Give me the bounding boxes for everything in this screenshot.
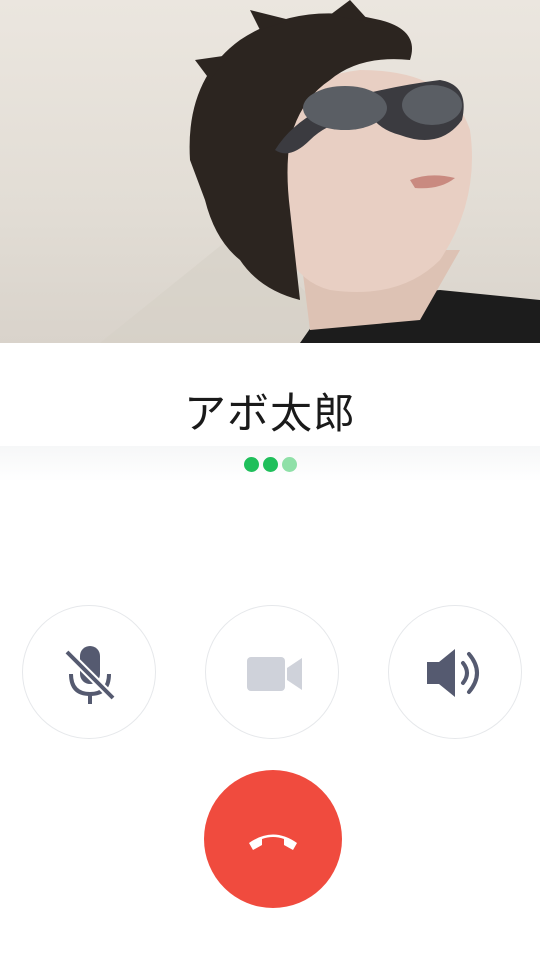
speaker-volume-icon bbox=[427, 649, 479, 697]
phone-hangup-icon bbox=[204, 770, 342, 908]
video-camera-icon bbox=[247, 657, 302, 691]
calling-dot bbox=[243, 457, 259, 472]
caller-profile-photo bbox=[0, 0, 540, 343]
calling-dot bbox=[281, 457, 297, 472]
video-button[interactable] bbox=[205, 605, 339, 739]
calling-indicator bbox=[0, 457, 540, 472]
calling-dot bbox=[262, 457, 278, 472]
speaker-button[interactable] bbox=[388, 605, 522, 739]
mute-button[interactable] bbox=[22, 605, 156, 739]
caller-name: アボ太郎 bbox=[183, 389, 356, 438]
end-call-button[interactable] bbox=[204, 770, 342, 908]
microphone-off-icon bbox=[64, 646, 116, 704]
